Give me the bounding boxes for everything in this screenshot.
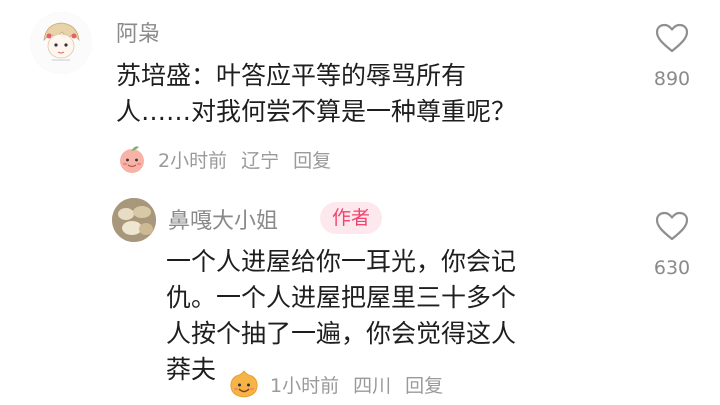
avatar[interactable]: [30, 12, 92, 74]
comment-location: 辽宁: [241, 149, 280, 172]
comment-username[interactable]: 阿枭: [116, 16, 160, 48]
reply-text-line: 一个人进屋给你一耳光，你会记: [166, 247, 517, 276]
comment-text: 苏培盛：叶答应平等的辱骂所有 人……对我何尝不算是一种尊重呢？: [116, 58, 516, 130]
reply-text: 一个人进屋给你一耳光，你会记 仇。一个人进屋把屋里三十多个 人按个抽了一遍，你会…: [166, 244, 516, 388]
reply-text-line: 人按个抽了一遍，你会觉得这人: [166, 319, 517, 348]
food-photo-avatar-icon: [112, 198, 156, 242]
reply-location: 四川: [353, 374, 392, 397]
anime-girl-avatar-icon: [30, 12, 92, 74]
reply-time: 1小时前: [270, 374, 340, 397]
comment-text-line: 苏培盛：叶答应平等的辱骂所有: [116, 61, 467, 90]
author-badge: 作者: [320, 202, 383, 234]
avatar[interactable]: [112, 198, 156, 242]
reply-text-line: 仇。一个人进屋把屋里三十多个: [166, 283, 517, 312]
comment-time: 2小时前: [158, 149, 228, 172]
heart-outline-icon[interactable]: [654, 210, 690, 242]
like-count: 890: [653, 68, 691, 90]
heart-outline-icon[interactable]: [654, 22, 690, 54]
comment-text-line: 人……对我何尝不算是一种尊重呢？: [116, 97, 517, 126]
smiling-blob-emoji-icon: [230, 370, 258, 398]
comment-meta: 2小时前 辽宁 回复: [116, 143, 345, 175]
reply-button[interactable]: 回复: [293, 146, 331, 173]
reply-meta: 1小时前 四川 回复: [228, 368, 457, 400]
reply-button[interactable]: 回复: [405, 371, 443, 398]
like-count: 630: [653, 257, 691, 279]
reply-username[interactable]: 鼻嘎大小姐: [168, 203, 278, 235]
peach-emoji-icon: [120, 146, 144, 173]
